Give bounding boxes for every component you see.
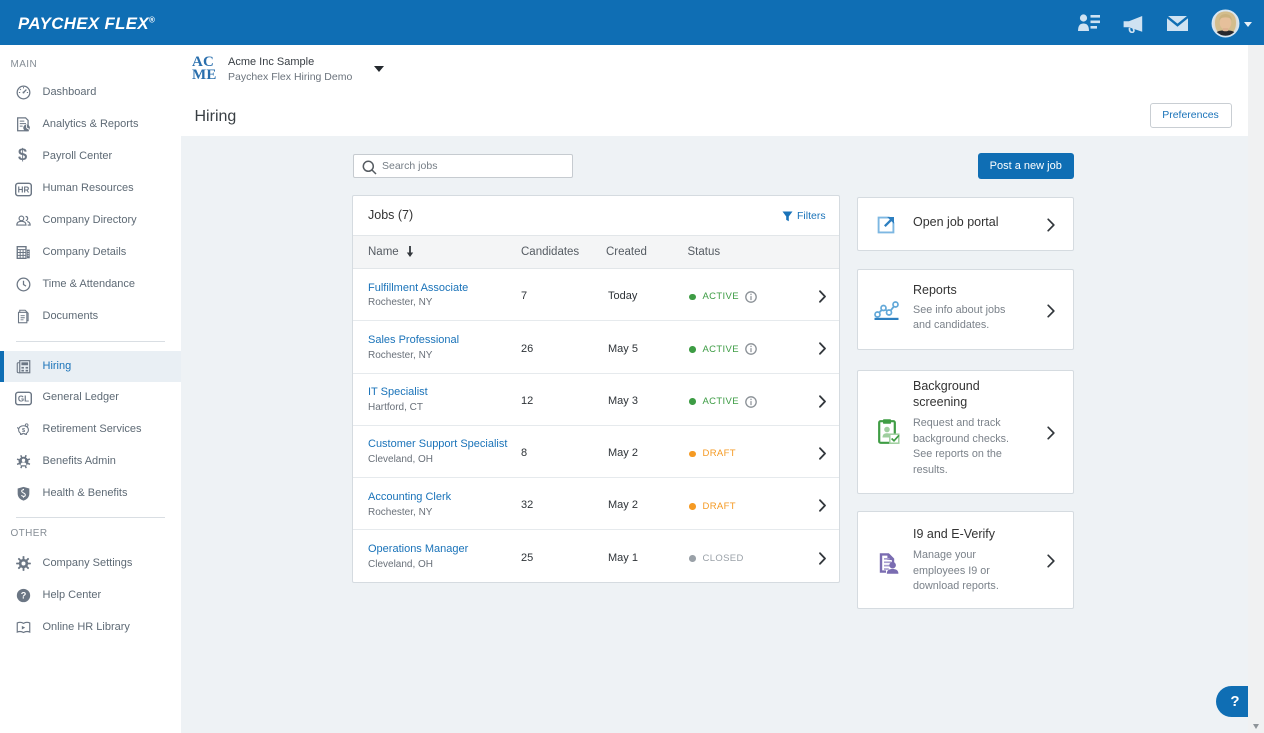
svg-text:HR: HR bbox=[18, 185, 30, 194]
svg-text:$: $ bbox=[22, 428, 26, 434]
svg-text:?: ? bbox=[21, 591, 27, 601]
svg-text:GL: GL bbox=[18, 394, 29, 403]
